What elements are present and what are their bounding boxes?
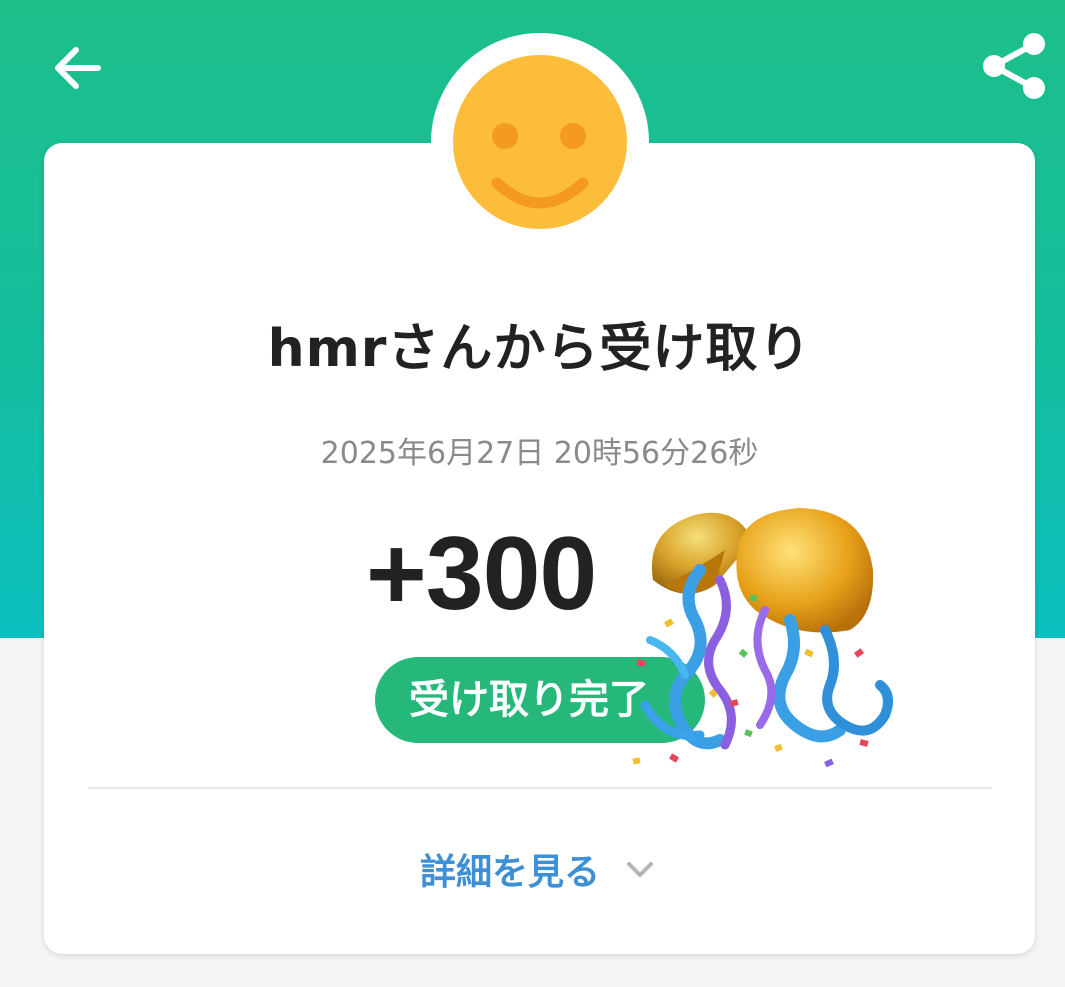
share-button[interactable] <box>968 24 1060 108</box>
divider <box>88 787 992 789</box>
back-button[interactable] <box>40 30 116 106</box>
share-icon <box>983 33 1045 99</box>
transaction-timestamp: 2025年6月27日 20時56分26秒 <box>320 436 759 471</box>
chevron-down-icon <box>624 853 656 885</box>
received-amount: +300 <box>366 516 597 632</box>
party-popper-kusudama-icon <box>632 508 894 768</box>
smiley-face-icon <box>453 55 627 229</box>
see-details-label: 詳細を見る <box>420 852 601 893</box>
arrow-left-icon <box>55 47 101 89</box>
page-title: hmrさんから受け取り <box>267 319 812 379</box>
see-details-button[interactable]: 詳細を見る <box>420 843 656 895</box>
